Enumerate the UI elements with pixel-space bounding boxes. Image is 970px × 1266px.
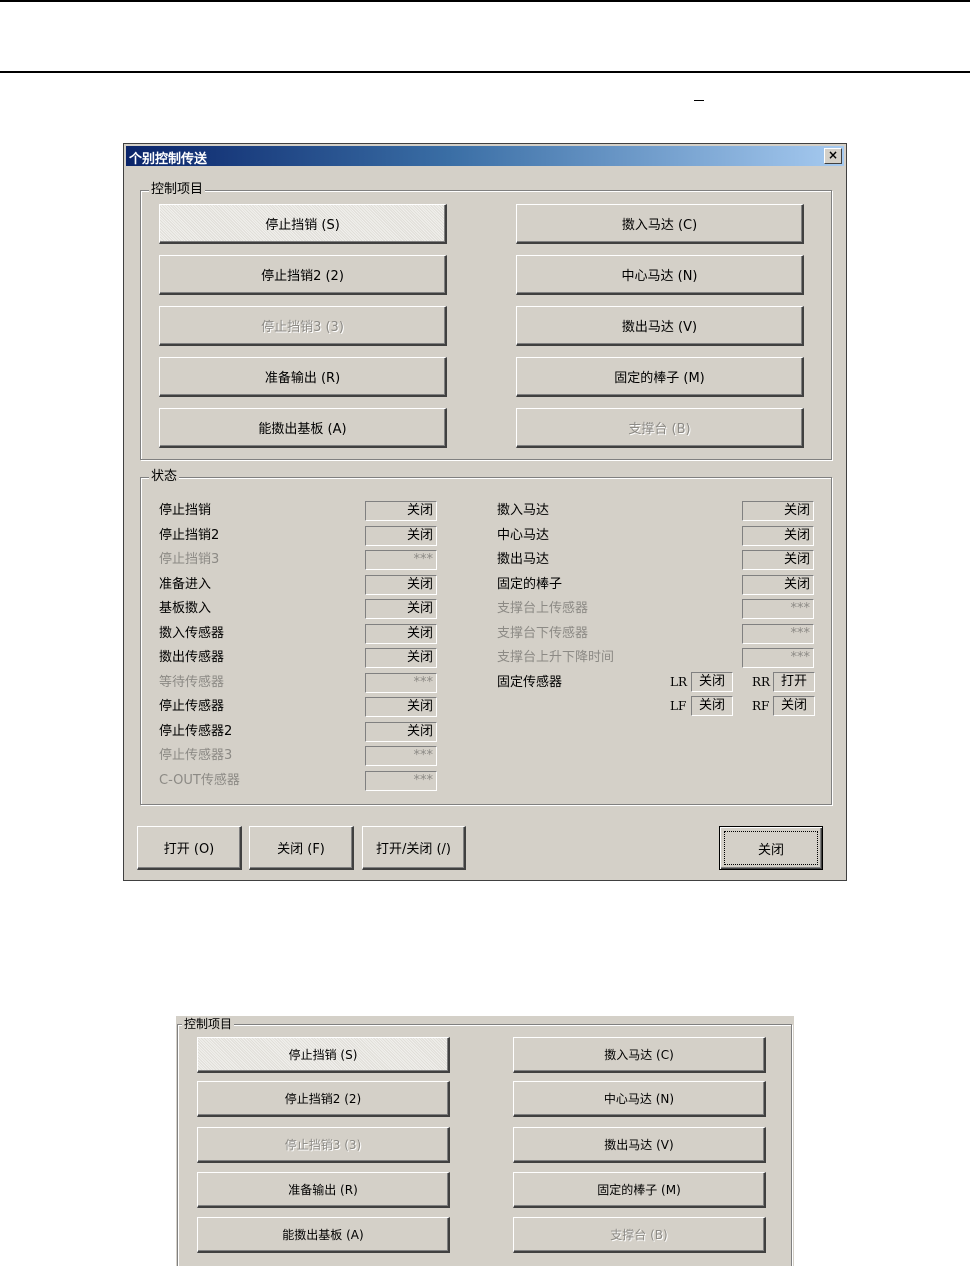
status-value: 关闭 [742, 526, 814, 546]
control-group-closeup: 控制项目 停止挡销 (S) 擞入马达 (C) 停止挡销2 (2) 中心马达 (N… [176, 1016, 794, 1266]
status-value: 关闭 [365, 624, 437, 644]
status-value: 关闭 [365, 526, 437, 546]
status-label: 停止挡销3 [159, 552, 220, 567]
status-value: *** [365, 550, 437, 570]
can-unload-board-button[interactable]: 能擞出基板 (A) [159, 408, 447, 448]
status-value: *** [365, 746, 437, 766]
stop-pin-2-button[interactable]: 停止挡销2 (2) [159, 255, 447, 295]
status-label: 停止挡销 [159, 503, 212, 518]
text-cursor-mark [694, 100, 704, 101]
status-group-label: 状态 [149, 469, 180, 485]
can-unload-board-button[interactable]: 能擞出基板 (A) [197, 1217, 450, 1253]
status-label: 擞出马达 [497, 552, 550, 567]
ready-output-button[interactable]: 准备输出 (R) [159, 357, 447, 397]
toggle-button[interactable]: 打开/关闭 (/) [362, 826, 466, 870]
status-value: *** [742, 648, 814, 668]
status-label: 支撑台上传感器 [497, 601, 589, 616]
status-label: 等待传感器 [159, 675, 225, 690]
stop-pin-button[interactable]: 停止挡销 (S) [159, 204, 447, 244]
status-label: 支撑台上升下降时间 [497, 650, 615, 665]
close-output-button[interactable]: 关闭 (F) [249, 826, 354, 870]
open-button[interactable]: 打开 (O) [137, 826, 242, 870]
status-value: 关闭 [365, 501, 437, 521]
support-table-button[interactable]: 支撑台 (B) [516, 408, 804, 448]
lf-value: 关闭 [691, 696, 733, 716]
stop-pin-3-button[interactable]: 停止挡销3 (3) [197, 1127, 450, 1163]
support-table-button[interactable]: 支撑台 (B) [513, 1217, 766, 1253]
rr-label: RR [752, 675, 771, 689]
status-value: *** [365, 771, 437, 791]
fixed-sensor-label: 固定传感器 [497, 675, 563, 690]
status-value: *** [742, 624, 814, 644]
top-rule [0, 0, 970, 2]
status-value: 关闭 [365, 575, 437, 595]
rr-value: 打开 [773, 672, 815, 692]
lr-label: LR [670, 675, 688, 689]
status-value: 关闭 [742, 575, 814, 595]
status-label: 支撑台下传感器 [497, 626, 589, 641]
status-label: 擞出传感器 [159, 650, 225, 665]
status-label: 基板擞入 [159, 601, 212, 616]
close-icon[interactable]: × [824, 148, 842, 164]
stop-pin-button[interactable]: 停止挡销 (S) [197, 1037, 450, 1073]
unload-motor-button[interactable]: 擞出马达 (V) [516, 306, 804, 346]
center-motor-button[interactable]: 中心马达 (N) [516, 255, 804, 295]
rf-value: 关闭 [773, 696, 815, 716]
control-group-label: 控制项目 [149, 182, 206, 198]
unload-motor-button[interactable]: 擞出马达 (V) [513, 1127, 766, 1163]
center-motor-button[interactable]: 中心马达 (N) [513, 1081, 766, 1117]
status-label: 停止挡销2 [159, 528, 220, 543]
status-value: 关闭 [365, 648, 437, 668]
control-group-closeup-frame: 控制项目 停止挡销 (S) 擞入马达 (C) 停止挡销2 (2) 中心马达 (N… [177, 1016, 792, 1266]
stop-pin-2-button[interactable]: 停止挡销2 (2) [197, 1081, 450, 1117]
status-value: *** [742, 599, 814, 619]
status-value: *** [365, 673, 437, 693]
status-label: 中心马达 [497, 528, 550, 543]
fixed-bar-button[interactable]: 固定的棒子 (M) [516, 357, 804, 397]
lr-value: 关闭 [691, 672, 733, 692]
load-motor-button[interactable]: 擞入马达 (C) [516, 204, 804, 244]
status-value: 关闭 [365, 599, 437, 619]
ready-output-button[interactable]: 准备输出 (R) [197, 1172, 450, 1208]
status-value: 关闭 [365, 722, 437, 742]
stop-pin-3-button[interactable]: 停止挡销3 (3) [159, 306, 447, 346]
status-label: 固定的棒子 [497, 577, 563, 592]
title-bar[interactable]: 个别控制传送 × [126, 146, 844, 167]
status-label: 擞入传感器 [159, 626, 225, 641]
status-label: C-OUT传感器 [159, 773, 240, 788]
status-label: 停止传感器3 [159, 748, 233, 763]
status-label: 准备进入 [159, 577, 212, 592]
header-rule [0, 71, 970, 73]
rf-label: RF [752, 699, 770, 713]
dialog-title: 个别控制传送 [129, 152, 208, 167]
load-motor-button[interactable]: 擞入马达 (C) [513, 1037, 766, 1073]
lf-label: LF [670, 699, 687, 713]
status-label: 擞入马达 [497, 503, 550, 518]
control-group: 控制项目 停止挡销 (S) 擞入马达 (C) 停止挡销2 (2) 中心马达 (N… [140, 182, 832, 460]
individual-control-dialog: 个别控制传送 × 控制项目 停止挡销 (S) 擞入马达 (C) 停止挡销2 (2… [123, 143, 847, 881]
dismiss-button[interactable]: 关闭 [719, 826, 823, 870]
control-group-label: 控制项目 [182, 1016, 235, 1032]
status-group: 状态 停止挡销 关闭 停止挡销2 关闭 停止挡销3 *** 准备进入 关闭 基板… [140, 469, 832, 805]
status-label: 停止传感器2 [159, 724, 233, 739]
status-value: 关闭 [742, 501, 814, 521]
status-label: 停止传感器 [159, 699, 225, 714]
status-value: 关闭 [365, 697, 437, 717]
status-value: 关闭 [742, 550, 814, 570]
fixed-bar-button[interactable]: 固定的棒子 (M) [513, 1172, 766, 1208]
